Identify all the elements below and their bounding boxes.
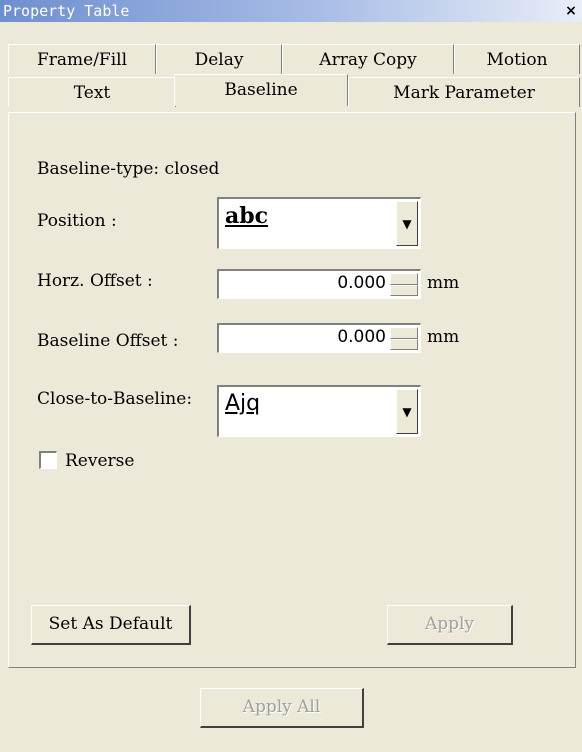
baseline-offset-input[interactable]: 0.000 xyxy=(217,323,421,353)
tab-motion[interactable]: Motion xyxy=(454,44,580,74)
baseline-offset-unit: mm xyxy=(427,327,460,347)
spin-down-icon[interactable] xyxy=(390,338,418,350)
horz-offset-unit: mm xyxy=(427,273,460,293)
baseline-panel: Baseline-type: closed Position : abc ▼ H… xyxy=(8,112,576,668)
baseline-offset-spinner[interactable] xyxy=(390,327,418,350)
tab-array-copy[interactable]: Array Copy xyxy=(282,44,454,74)
tab-text[interactable]: Text xyxy=(8,77,176,107)
apply-button[interactable]: Apply xyxy=(387,605,513,645)
set-as-default-button[interactable]: Set As Default xyxy=(31,605,191,645)
baseline-offset-label: Baseline Offset : xyxy=(37,331,179,351)
reverse-label: Reverse xyxy=(65,451,135,471)
close-to-baseline-select[interactable]: Ajq ▼ xyxy=(217,385,421,437)
reverse-checkbox[interactable] xyxy=(39,451,57,469)
close-to-baseline-label: Close-to-Baseline: xyxy=(37,389,193,409)
horz-offset-value: 0.000 xyxy=(337,273,386,293)
window-title: Property Table xyxy=(3,2,130,20)
spin-up-icon[interactable] xyxy=(390,327,418,339)
tab-delay[interactable]: Delay xyxy=(156,44,282,74)
horz-offset-label: Horz. Offset : xyxy=(37,271,153,291)
horz-offset-spinner[interactable] xyxy=(390,273,418,296)
tab-baseline[interactable]: Baseline xyxy=(174,74,348,106)
tab-frame-fill[interactable]: Frame/Fill xyxy=(8,44,156,74)
position-label: Position : xyxy=(37,211,117,231)
chevron-down-icon[interactable]: ▼ xyxy=(396,201,418,246)
chevron-down-icon[interactable]: ▼ xyxy=(396,389,418,434)
horz-offset-input[interactable]: 0.000 xyxy=(217,269,421,299)
spin-down-icon[interactable] xyxy=(390,284,418,296)
position-select[interactable]: abc ▼ xyxy=(217,197,421,249)
baseline-type-label: Baseline-type: closed xyxy=(37,159,220,179)
close-icon[interactable]: × xyxy=(562,0,580,22)
apply-all-button[interactable]: Apply All xyxy=(200,688,364,728)
title-bar: Property Table × xyxy=(0,0,582,22)
position-preview: abc xyxy=(225,203,269,229)
close-to-baseline-preview: Ajq xyxy=(225,391,261,416)
baseline-offset-value: 0.000 xyxy=(337,327,386,347)
tab-strip: Frame/Fill Delay Array Copy Motion Text … xyxy=(0,22,582,112)
spin-up-icon[interactable] xyxy=(390,273,418,285)
tab-mark-parameter[interactable]: Mark Parameter xyxy=(348,77,580,107)
